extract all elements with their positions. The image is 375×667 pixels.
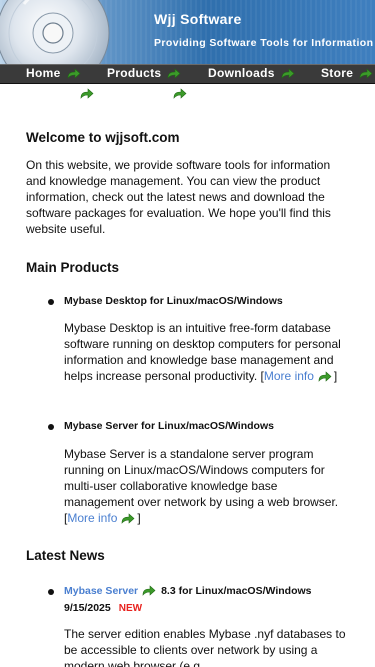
disc-logo[interactable] — [0, 0, 112, 64]
site-title: Wjj Software — [154, 11, 242, 27]
news-heading: Latest News — [26, 548, 105, 563]
green-arrow-icon — [359, 67, 373, 79]
news-item-desc: The server edition enables Mybase .nyf d… — [64, 627, 346, 667]
green-arrow-icon — [318, 370, 332, 386]
more-info-link[interactable]: More info — [67, 511, 117, 525]
list-bullet — [48, 424, 54, 430]
product-desc-text: Mybase Server is a standalone server pro… — [64, 447, 339, 509]
list-bullet — [48, 299, 54, 305]
green-arrow-icon[interactable] — [80, 86, 94, 104]
nav-home-label: Home — [26, 66, 61, 80]
news-title-rest: 8.3 for Linux/macOS/Windows — [161, 585, 312, 597]
nav-downloads[interactable]: Downloads — [208, 66, 295, 80]
green-arrow-icon[interactable] — [173, 86, 187, 104]
list-bullet — [48, 589, 54, 595]
green-arrow-icon — [121, 512, 135, 528]
nav-store[interactable]: Store — [321, 66, 373, 80]
welcome-text: On this website, we provide software too… — [26, 158, 331, 236]
site-tagline: Providing Software Tools for Information… — [154, 37, 375, 49]
products-heading: Main Products — [26, 260, 120, 275]
nav-downloads-label: Downloads — [208, 66, 275, 80]
news-link-mybase-server[interactable]: Mybase Server — [64, 585, 138, 597]
product-desc-server: Mybase Server is a standalone server pro… — [64, 446, 346, 528]
news-date: 9/15/2025 — [64, 602, 111, 614]
site-header: Wjj Software Providing Software Tools fo… — [0, 0, 375, 64]
nav-products-label: Products — [107, 66, 162, 80]
green-arrow-icon — [142, 585, 156, 601]
product-desc-desktop: Mybase Desktop is an intuitive free-form… — [64, 320, 346, 386]
green-arrow-icon — [281, 67, 295, 79]
green-arrow-icon — [167, 67, 181, 79]
welcome-heading: Welcome to wjjsoft.com — [26, 130, 180, 145]
product-title-desktop: Mybase Desktop for Linux/macOS/Windows — [64, 295, 283, 307]
green-arrow-icon — [67, 67, 81, 79]
product-title-server: Mybase Server for Linux/macOS/Windows — [64, 420, 274, 432]
nav-store-label: Store — [321, 66, 354, 80]
nav-home[interactable]: Home — [26, 66, 81, 80]
news-item-title: Mybase Server 8.3 for Linux/macOS/Window… — [64, 584, 354, 616]
main-nav: Home Products Downloads Store — [0, 64, 375, 84]
new-badge: NEW — [118, 603, 143, 614]
more-info-link[interactable]: More info — [264, 369, 314, 383]
nav-products[interactable]: Products — [107, 66, 181, 80]
